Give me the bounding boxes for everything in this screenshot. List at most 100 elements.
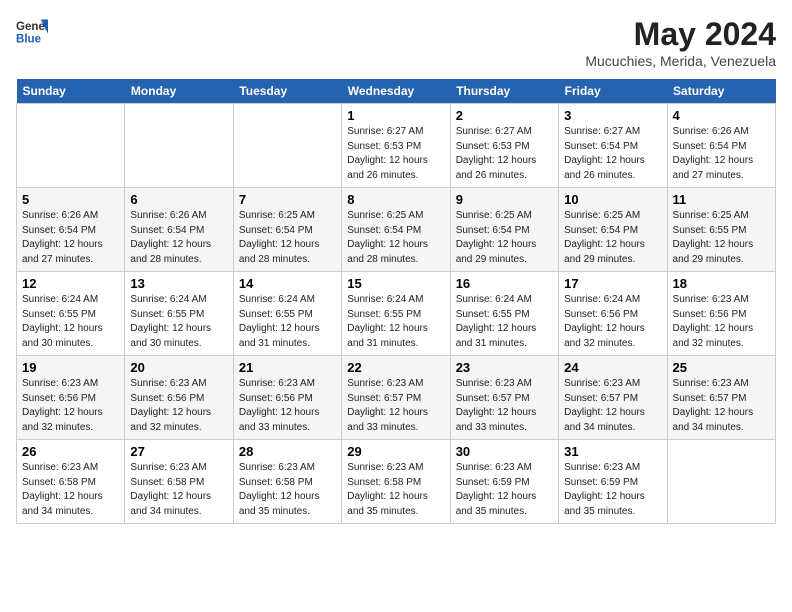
calendar-cell: 2 Sunrise: 6:27 AM Sunset: 6:53 PM Daylig… [450, 104, 558, 188]
day-info: Sunrise: 6:26 AM Sunset: 6:54 PM Dayligh… [130, 209, 227, 267]
calendar-cell [125, 104, 233, 188]
day-info: Sunrise: 6:26 AM Sunset: 6:54 PM Dayligh… [22, 209, 119, 267]
day-number: 30 [456, 444, 553, 459]
day-info: Sunrise: 6:23 AM Sunset: 6:56 PM Dayligh… [673, 293, 770, 351]
day-info: Sunrise: 6:23 AM Sunset: 6:56 PM Dayligh… [130, 377, 227, 435]
day-number: 7 [239, 192, 336, 207]
day-info: Sunrise: 6:27 AM Sunset: 6:53 PM Dayligh… [456, 125, 553, 183]
day-number: 4 [673, 108, 770, 123]
month-year: May 2024 [585, 16, 776, 53]
day-number: 19 [22, 360, 119, 375]
day-info: Sunrise: 6:25 AM Sunset: 6:54 PM Dayligh… [239, 209, 336, 267]
location: Mucuchies, Merida, Venezuela [585, 53, 776, 69]
day-info: Sunrise: 6:25 AM Sunset: 6:54 PM Dayligh… [564, 209, 661, 267]
day-number: 6 [130, 192, 227, 207]
day-of-week-header: Wednesday [342, 79, 450, 104]
day-of-week-header: Monday [125, 79, 233, 104]
day-info: Sunrise: 6:27 AM Sunset: 6:54 PM Dayligh… [564, 125, 661, 183]
calendar-cell: 22Sunrise: 6:23 AM Sunset: 6:57 PM Dayli… [342, 356, 450, 440]
calendar-cell: 10 Sunrise: 6:25 AM Sunset: 6:54 PM Dayli… [559, 188, 667, 272]
calendar-cell: 8 Sunrise: 6:25 AM Sunset: 6:54 PM Daylig… [342, 188, 450, 272]
calendar-cell: 7 Sunrise: 6:25 AM Sunset: 6:54 PM Daylig… [233, 188, 341, 272]
day-number: 17 [564, 276, 661, 291]
calendar-cell: 1 Sunrise: 6:27 AM Sunset: 6:53 PM Daylig… [342, 104, 450, 188]
calendar-cell: 12 Sunrise: 6:24 AM Sunset: 6:55 PM Dayli… [17, 272, 125, 356]
day-number: 3 [564, 108, 661, 123]
day-number: 13 [130, 276, 227, 291]
calendar-cell: 9Sunrise: 6:25 AM Sunset: 6:54 PM Daylig… [450, 188, 558, 272]
day-number: 9 [456, 192, 553, 207]
day-number: 8 [347, 192, 444, 207]
day-info: Sunrise: 6:23 AM Sunset: 6:59 PM Dayligh… [456, 461, 553, 519]
title-block: May 2024 Mucuchies, Merida, Venezuela [585, 16, 776, 69]
day-number: 22 [347, 360, 444, 375]
svg-text:Blue: Blue [16, 34, 42, 46]
calendar-cell: 31 Sunrise: 6:23 AM Sunset: 6:59 PM Dayli… [559, 440, 667, 524]
day-of-week-header: Sunday [17, 79, 125, 104]
day-number: 21 [239, 360, 336, 375]
day-number: 1 [347, 108, 444, 123]
calendar-cell: 25Sunrise: 6:23 AM Sunset: 6:57 PM Dayli… [667, 356, 775, 440]
calendar-cell: 23 Sunrise: 6:23 AM Sunset: 6:57 PM Dayli… [450, 356, 558, 440]
calendar-cell: 30 Sunrise: 6:23 AM Sunset: 6:59 PM Dayli… [450, 440, 558, 524]
calendar-cell: 24 Sunrise: 6:23 AM Sunset: 6:57 PM Dayli… [559, 356, 667, 440]
day-number: 29 [347, 444, 444, 459]
day-number: 2 [456, 108, 553, 123]
calendar-cell: 13 Sunrise: 6:24 AM Sunset: 6:55 PM Dayli… [125, 272, 233, 356]
calendar-cell: 21 Sunrise: 6:23 AM Sunset: 6:56 PM Dayli… [233, 356, 341, 440]
day-info: Sunrise: 6:23 AM Sunset: 6:57 PM Dayligh… [564, 377, 661, 435]
day-info: Sunrise: 6:24 AM Sunset: 6:55 PM Dayligh… [22, 293, 119, 351]
day-info: Sunrise: 6:24 AM Sunset: 6:55 PM Dayligh… [130, 293, 227, 351]
day-number: 16 [456, 276, 553, 291]
day-info: Sunrise: 6:23 AM Sunset: 6:58 PM Dayligh… [239, 461, 336, 519]
calendar-cell: 28 Sunrise: 6:23 AM Sunset: 6:58 PM Dayli… [233, 440, 341, 524]
day-number: 24 [564, 360, 661, 375]
calendar-cell: 19 Sunrise: 6:23 AM Sunset: 6:56 PM Dayli… [17, 356, 125, 440]
day-info: Sunrise: 6:24 AM Sunset: 6:55 PM Dayligh… [347, 293, 444, 351]
calendar-cell: 18 Sunrise: 6:23 AM Sunset: 6:56 PM Dayli… [667, 272, 775, 356]
day-number: 5 [22, 192, 119, 207]
day-info: Sunrise: 6:24 AM Sunset: 6:56 PM Dayligh… [564, 293, 661, 351]
day-of-week-header: Saturday [667, 79, 775, 104]
day-info: Sunrise: 6:24 AM Sunset: 6:55 PM Dayligh… [456, 293, 553, 351]
day-number: 14 [239, 276, 336, 291]
day-of-week-header: Tuesday [233, 79, 341, 104]
day-of-week-header: Thursday [450, 79, 558, 104]
day-info: Sunrise: 6:23 AM Sunset: 6:58 PM Dayligh… [22, 461, 119, 519]
day-info: Sunrise: 6:25 AM Sunset: 6:54 PM Dayligh… [347, 209, 444, 267]
calendar-table: SundayMondayTuesdayWednesdayThursdayFrid… [16, 79, 776, 524]
day-info: Sunrise: 6:27 AM Sunset: 6:53 PM Dayligh… [347, 125, 444, 183]
calendar-cell: 11Sunrise: 6:25 AM Sunset: 6:55 PM Dayli… [667, 188, 775, 272]
calendar-cell: 14Sunrise: 6:24 AM Sunset: 6:55 PM Dayli… [233, 272, 341, 356]
day-of-week-header: Friday [559, 79, 667, 104]
day-number: 31 [564, 444, 661, 459]
day-number: 27 [130, 444, 227, 459]
day-info: Sunrise: 6:23 AM Sunset: 6:56 PM Dayligh… [22, 377, 119, 435]
day-number: 15 [347, 276, 444, 291]
day-info: Sunrise: 6:23 AM Sunset: 6:58 PM Dayligh… [130, 461, 227, 519]
day-number: 23 [456, 360, 553, 375]
day-number: 10 [564, 192, 661, 207]
day-info: Sunrise: 6:26 AM Sunset: 6:54 PM Dayligh… [673, 125, 770, 183]
day-number: 20 [130, 360, 227, 375]
page-header: General Blue May 2024 Mucuchies, Merida,… [16, 16, 776, 69]
calendar-cell: 3 Sunrise: 6:27 AM Sunset: 6:54 PM Daylig… [559, 104, 667, 188]
calendar-cell: 26Sunrise: 6:23 AM Sunset: 6:58 PM Dayli… [17, 440, 125, 524]
day-number: 28 [239, 444, 336, 459]
calendar-cell: 15 Sunrise: 6:24 AM Sunset: 6:55 PM Dayli… [342, 272, 450, 356]
day-number: 12 [22, 276, 119, 291]
day-number: 11 [673, 192, 770, 207]
calendar-cell [17, 104, 125, 188]
calendar-cell: 5 Sunrise: 6:26 AM Sunset: 6:54 PM Daylig… [17, 188, 125, 272]
day-info: Sunrise: 6:23 AM Sunset: 6:57 PM Dayligh… [456, 377, 553, 435]
calendar-cell: 6 Sunrise: 6:26 AM Sunset: 6:54 PM Daylig… [125, 188, 233, 272]
day-info: Sunrise: 6:23 AM Sunset: 6:57 PM Dayligh… [673, 377, 770, 435]
day-info: Sunrise: 6:23 AM Sunset: 6:59 PM Dayligh… [564, 461, 661, 519]
calendar-cell: 27 Sunrise: 6:23 AM Sunset: 6:58 PM Dayli… [125, 440, 233, 524]
logo: General Blue [16, 16, 48, 48]
calendar-cell: 4 Sunrise: 6:26 AM Sunset: 6:54 PM Daylig… [667, 104, 775, 188]
day-number: 18 [673, 276, 770, 291]
day-info: Sunrise: 6:23 AM Sunset: 6:56 PM Dayligh… [239, 377, 336, 435]
calendar-cell [233, 104, 341, 188]
calendar-cell: 20 Sunrise: 6:23 AM Sunset: 6:56 PM Dayli… [125, 356, 233, 440]
